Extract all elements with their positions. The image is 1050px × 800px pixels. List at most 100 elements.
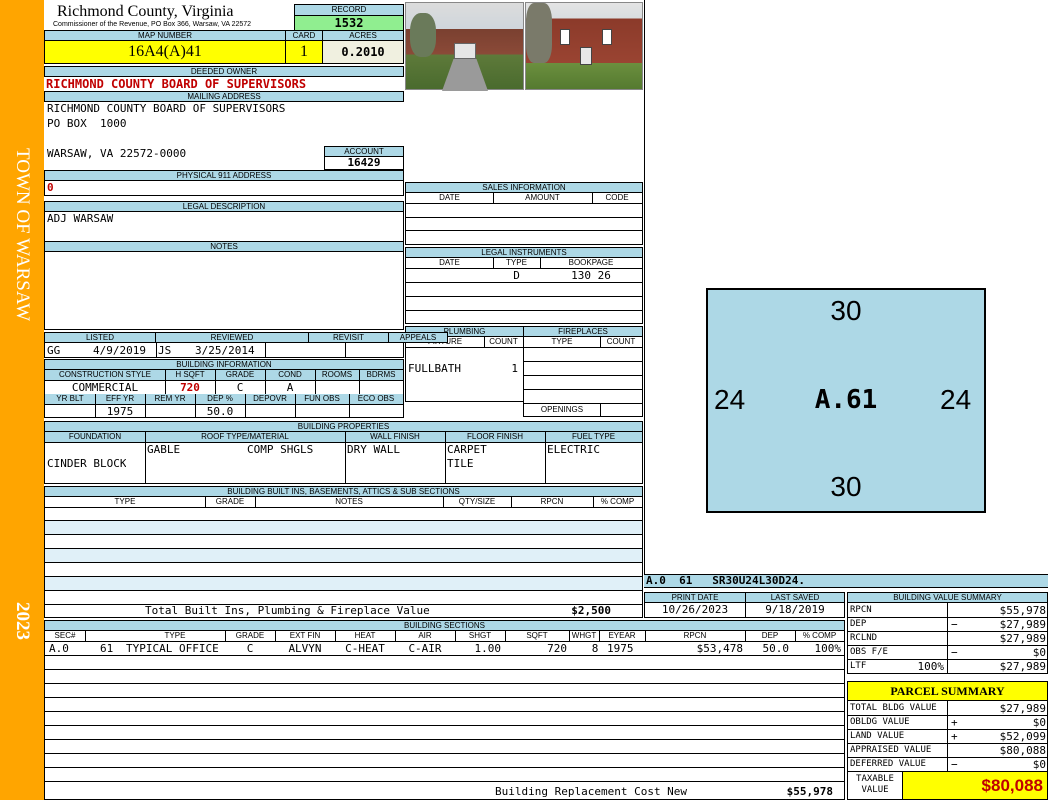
sec-col-air: AIR: [418, 631, 432, 640]
bp-col-foundation: FOUNDATION: [68, 432, 122, 441]
photo-2-window-2: [602, 29, 612, 45]
bp-foundation-value: CINDER BLOCK: [47, 457, 127, 470]
property-photo-2: [525, 2, 643, 90]
county-title: Richmond County, Virginia: [57, 3, 234, 20]
photo-2-window-1: [560, 29, 570, 45]
sketch-dim-right: 24: [940, 384, 972, 415]
sec-row-type: TYPICAL OFFICE: [126, 642, 219, 655]
vs-dep-value: $27,989: [999, 618, 1046, 631]
ps-land-value: $52,099: [999, 730, 1046, 743]
taxable-label-2: VALUE: [861, 785, 889, 795]
instr-type-value: D: [513, 269, 520, 282]
listed-by: GG: [47, 344, 61, 357]
parcel-summary-table: TOTAL BLDG VALUE $27,989 OBLDG VALUE + $…: [847, 700, 1048, 772]
bp-roof-type-value: GABLE: [147, 443, 181, 456]
taxable-label-1: TAXABLE: [856, 774, 894, 784]
ps-deferred-sign: −: [951, 758, 958, 771]
sketch-dim-left: 24: [714, 384, 746, 415]
sec-row-air: C-AIR: [408, 642, 442, 655]
sec-row-sec: A.0: [49, 642, 69, 655]
sec-row-grade: C: [246, 642, 254, 655]
vs-ltf-label: LTF: [850, 661, 867, 671]
reviewed-date: 3/25/2014: [195, 344, 255, 357]
plumbing-count-value: 1: [511, 362, 518, 375]
commissioner-line: Commissioner of the Revenue, PO Box 366,…: [53, 21, 252, 28]
bi-col-remyr: REM YR: [154, 394, 186, 403]
sec-col-eyear: EYEAR: [608, 631, 636, 640]
bi-col-grade: GRADE: [225, 370, 255, 379]
sec-row-rpcn: $53,478: [696, 642, 743, 655]
builtins-col-comp: % COMP: [600, 497, 635, 506]
physical-address-value: 0: [47, 181, 54, 194]
bp-col-wall: WALL FINISH: [370, 432, 420, 441]
ps-obldg-value: $0: [1032, 716, 1046, 729]
sidebar-year: 2023: [12, 602, 33, 640]
mailing-line-3: WARSAW, VA 22572-0000: [47, 147, 187, 160]
sketch-diagram: 30 30 24 24 A.61: [706, 288, 986, 513]
bp-col-floor: FLOOR FINISH: [466, 432, 523, 441]
vs-ltf-pct: 100%: [917, 660, 945, 673]
bp-floor-1-value: CARPET: [447, 443, 487, 456]
building-sections-table: SEC# TYPE GRADE EXT FIN HEAT AIR SHGT SQ…: [44, 630, 845, 800]
sidebar-town: TOWN OF WARSAW: [12, 148, 33, 322]
bi-style-value: COMMERCIAL: [71, 381, 139, 394]
taxable-value: $80,088: [902, 771, 1048, 800]
sec-row-whgt: 8: [591, 642, 599, 655]
listing-values: GG 4/9/2019 JS 3/25/2014: [44, 342, 404, 358]
sec-col-extfin: EXT FIN: [289, 631, 321, 640]
fireplaces-col-count: COUNT: [606, 337, 636, 346]
fireplaces-col-type: TYPE: [551, 337, 573, 346]
photo-1-tree: [410, 13, 436, 57]
sec-col-shgt: SHGT: [468, 631, 492, 640]
bp-roof-material-value: COMP SHGLS: [247, 443, 314, 456]
sketch-dim-bottom: 30: [830, 471, 862, 502]
card-value: 1: [285, 40, 323, 64]
bi-hsqft-value: 720: [180, 381, 200, 394]
bi-cond-value: A: [286, 381, 294, 394]
bp-col-roof: ROOF TYPE/MATERIAL: [201, 432, 289, 441]
ps-appraised-value: $80,088: [999, 744, 1046, 757]
builtins-col-rpcn: RPCN: [540, 497, 564, 506]
physical-address-box: [44, 180, 404, 196]
vs-dep-sign: −: [951, 618, 958, 631]
deeded-owner-label: DEEDED OWNER: [44, 66, 404, 77]
parcel-summary-title: PARCEL SUMMARY: [847, 681, 1048, 701]
vs-rclnd-value: $27,989: [999, 632, 1046, 645]
mailing-address-label: MAILING ADDRESS: [44, 91, 404, 102]
building-info-table: CONSTRUCTION STYLE H SQFT GRADE COND ROO…: [44, 369, 404, 418]
photo-1-driveway: [442, 59, 488, 91]
bi-col-funobs: FUN OBS: [304, 394, 340, 403]
sec-col-heat: HEAT: [354, 631, 376, 640]
sec-row-ext: ALVYN: [288, 642, 322, 655]
bp-fuel-value: ELECTRIC: [547, 443, 600, 456]
photo-1-garage-door: [454, 43, 476, 59]
vs-obs-sign: −: [951, 646, 958, 659]
fireplaces-openings-label: OPENINGS: [540, 405, 584, 414]
bi-col-hsqft: H SQFT: [175, 370, 205, 379]
builtins-col-qty: QTY/SIZE: [458, 497, 496, 506]
bi-grade-value: C: [236, 381, 244, 394]
sec-row-sqft: 720: [547, 642, 567, 655]
record-value: 1532: [294, 15, 404, 31]
sales-col-amount: AMOUNT: [525, 193, 560, 202]
instr-col-bookpage: BOOKPAGE: [568, 258, 614, 267]
bi-col-effyr: EFF YR: [105, 394, 135, 403]
bi-col-style: CONSTRUCTION STYLE: [58, 370, 151, 379]
sketch-dim-top: 30: [830, 295, 862, 326]
value-summary-table: RPCN $55,978 DEP − $27,989 RCLND $27,989…: [847, 602, 1048, 674]
plumbing-col-count: COUNT: [489, 337, 518, 346]
bi-col-depovr: DEPOVR: [253, 394, 287, 403]
notes-box: [44, 251, 404, 330]
map-number-value: 16A4(A)41: [44, 40, 286, 64]
sec-col-dep: DEP: [761, 631, 779, 640]
vs-dep-label: DEP: [850, 619, 867, 629]
ps-appraised-label: APPRAISED VALUE: [850, 745, 932, 755]
building-properties-table: FOUNDATION ROOF TYPE/MATERIAL WALL FINIS…: [44, 431, 643, 484]
sketch-section-label: A.61: [814, 385, 878, 415]
legal-description-value: ADJ WARSAW: [47, 212, 114, 225]
bi-col-dep: DEP %: [207, 394, 233, 403]
acres-value: 0.2010: [322, 40, 404, 64]
listed-date: 4/9/2019: [93, 344, 146, 357]
ps-bldg-value: $27,989: [999, 702, 1046, 715]
ps-deferred-label: DEFERRED VALUE: [850, 759, 926, 769]
